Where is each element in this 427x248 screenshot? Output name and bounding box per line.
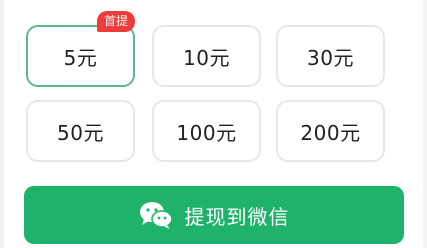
amount-option-100[interactable]: 100元	[152, 100, 261, 162]
amount-option-label: 5元	[63, 45, 98, 70]
amount-option-50[interactable]: 50元	[26, 100, 135, 162]
withdraw-to-wechat-button[interactable]: 提现到微信	[24, 186, 404, 244]
panel-edge	[0, 0, 4, 248]
panel-edge	[423, 0, 427, 248]
amount-option-label: 10元	[183, 45, 230, 70]
amount-option-200[interactable]: 200元	[276, 100, 385, 162]
amount-option-label: 100元	[176, 120, 237, 145]
amount-option-label: 30元	[307, 45, 354, 70]
amount-option-10[interactable]: 10元	[152, 25, 261, 87]
amount-option-label: 200元	[300, 120, 361, 145]
first-withdraw-badge: 首提	[97, 11, 136, 32]
withdraw-amount-panel: 5元 10元 30元 50元 100元 200元 首提 提现到微信	[0, 0, 427, 248]
wechat-icon	[139, 202, 173, 229]
amount-option-30[interactable]: 30元	[276, 25, 385, 87]
withdraw-button-label: 提现到微信	[184, 204, 290, 229]
amount-option-label: 50元	[57, 120, 104, 145]
amount-option-5[interactable]: 5元	[26, 25, 135, 87]
